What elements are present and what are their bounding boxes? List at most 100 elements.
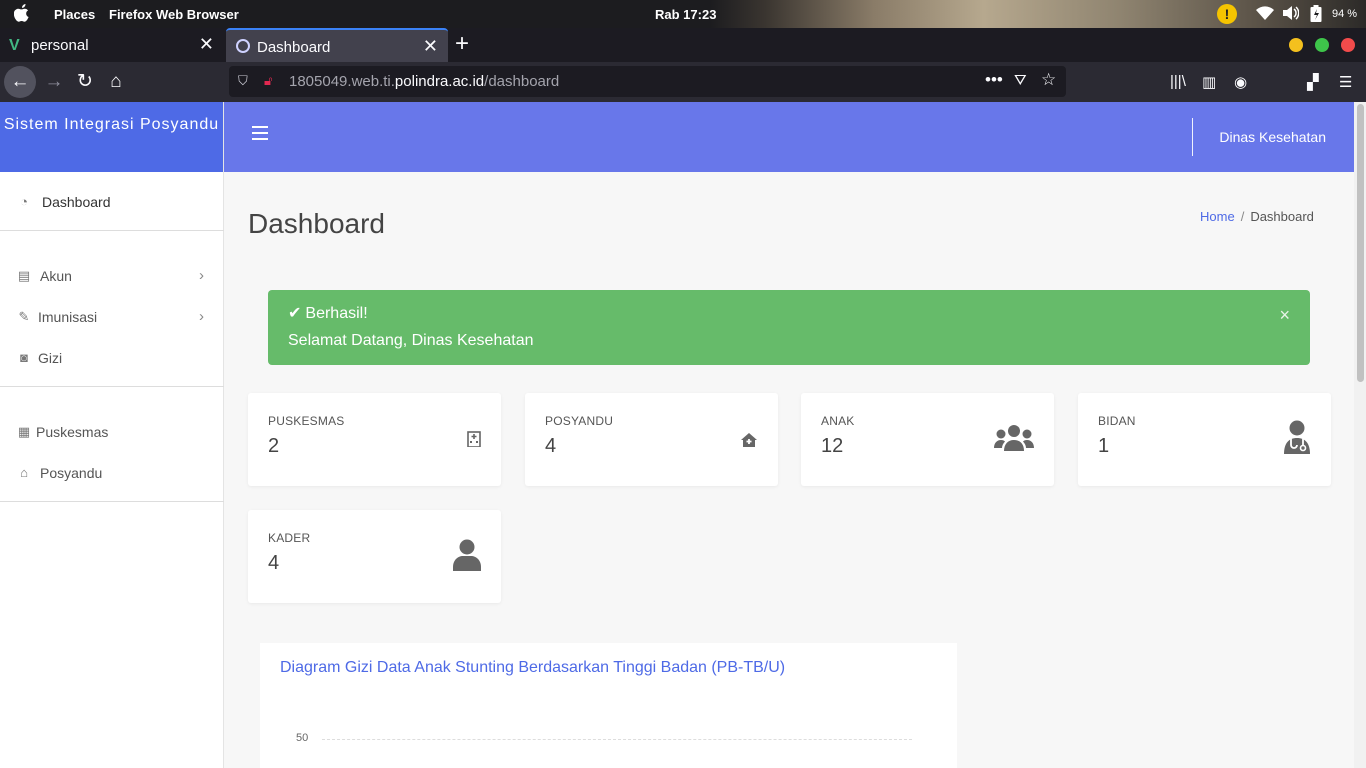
sidebar-item-imunisasi[interactable]: ✎ Imunisasi › bbox=[0, 297, 224, 337]
shield-icon[interactable]: ⛉ bbox=[238, 73, 248, 89]
stat-card-posyandu: POSYANDU 4 bbox=[525, 393, 778, 486]
stat-value: 2 bbox=[268, 435, 280, 457]
stat-card-kader: KADER 4 bbox=[248, 510, 501, 603]
user-menu[interactable]: Dinas Kesehatan bbox=[1219, 129, 1326, 145]
page-title: Dashboard bbox=[248, 208, 385, 239]
library-icon[interactable]: |||\ bbox=[1170, 73, 1186, 90]
stat-label: POSYANDU bbox=[545, 414, 614, 428]
close-icon[interactable]: ✕ bbox=[199, 34, 214, 55]
success-alert: ✔ Berhasil! Selamat Datang, Dinas Kesehat… bbox=[268, 290, 1310, 365]
stat-label: ANAK bbox=[821, 414, 855, 428]
brand-title[interactable]: Sistem Integrasi Posyandu bbox=[0, 102, 223, 172]
stat-card-puskesmas: PUSKESMAS 2 bbox=[248, 393, 501, 486]
breadcrumb-home-link[interactable]: Home bbox=[1200, 209, 1235, 224]
breadcrumb: Home / Dashboard bbox=[1200, 209, 1314, 224]
chart-y-tick: 50 bbox=[296, 732, 309, 744]
stat-label: PUSKESMAS bbox=[268, 414, 345, 428]
sidebar-item-label: Posyandu bbox=[40, 465, 103, 481]
chevron-right-icon: › bbox=[199, 267, 204, 284]
navbar-divider bbox=[1192, 118, 1193, 156]
sidebar-divider bbox=[0, 386, 224, 387]
stat-value: 4 bbox=[268, 552, 280, 574]
insecure-lock-icon[interactable]: 🔓︎ bbox=[264, 73, 272, 89]
hamburger-icon[interactable] bbox=[252, 126, 268, 140]
vue-icon: V bbox=[9, 37, 20, 54]
sidebar-item-posyandu[interactable]: ⌂ Posyandu bbox=[0, 453, 224, 493]
clinic-home-icon bbox=[741, 433, 757, 447]
bookmark-star-icon[interactable]: ☆ bbox=[1041, 70, 1056, 90]
stat-value: 12 bbox=[821, 435, 844, 457]
volume-icon[interactable] bbox=[1283, 6, 1299, 20]
home-icon: ⌂ bbox=[20, 465, 28, 480]
check-icon: ✔ bbox=[288, 305, 302, 322]
app-name-menu[interactable]: Firefox Web Browser bbox=[109, 7, 239, 22]
stat-card-anak: ANAK 12 bbox=[801, 393, 1054, 486]
url-text[interactable]: 1805049.web.ti.polindra.ac.id/dashboard bbox=[289, 73, 559, 90]
users-icon bbox=[994, 425, 1034, 451]
alert-close-button[interactable]: × bbox=[1279, 305, 1290, 326]
forward-icon[interactable]: → bbox=[38, 66, 70, 98]
sidebar-item-label: Imunisasi bbox=[38, 309, 98, 325]
pocket-icon[interactable]: ⛛ bbox=[1014, 72, 1027, 89]
reload-icon[interactable]: ↻ bbox=[69, 66, 101, 98]
sidebar: Sistem Integrasi Posyandu ◔ Dashboard ▤ … bbox=[0, 102, 224, 768]
stat-value: 4 bbox=[545, 435, 557, 457]
alert-title: ✔ Berhasil! bbox=[288, 305, 368, 322]
tab-title: personal bbox=[31, 37, 89, 54]
new-tab-icon[interactable]: + bbox=[455, 30, 469, 58]
wifi-icon[interactable] bbox=[1256, 6, 1274, 20]
sidebar-item-puskesmas[interactable]: ▦ Puskesmas bbox=[0, 412, 224, 452]
sidebar-divider bbox=[0, 501, 224, 502]
stat-label: BIDAN bbox=[1098, 414, 1136, 428]
tab-dashboard[interactable]: Dashboard ✕ bbox=[226, 28, 448, 62]
sidebar-item-gizi[interactable]: ◙ Gizi bbox=[0, 338, 224, 378]
breadcrumb-separator: / bbox=[1240, 209, 1245, 224]
user-icon bbox=[453, 539, 481, 571]
places-menu[interactable]: Places bbox=[54, 7, 95, 22]
sidebar-item-dashboard[interactable]: ◔ Dashboard bbox=[0, 182, 224, 222]
menu-icon[interactable]: ☰ bbox=[1339, 73, 1352, 91]
scrollbar-thumb[interactable] bbox=[1357, 104, 1364, 382]
clock[interactable]: Rab 17:23 bbox=[655, 7, 716, 22]
breadcrumb-current: Dashboard bbox=[1250, 209, 1314, 224]
page-viewport: Sistem Integrasi Posyandu ◔ Dashboard ▤ … bbox=[0, 102, 1366, 768]
chart-title: Diagram Gizi Data Anak Stunting Berdasar… bbox=[280, 659, 786, 676]
sidebar-divider bbox=[0, 230, 224, 231]
close-icon[interactable]: ✕ bbox=[423, 36, 438, 57]
nav-bar: ← → ↻ ⌂ ⛉ 🔓︎ 1805049.web.ti.polindra.ac.… bbox=[0, 62, 1366, 102]
hospital-icon: ▦ bbox=[17, 424, 31, 439]
tab-title: Dashboard bbox=[257, 39, 331, 56]
minimize-button[interactable] bbox=[1289, 38, 1303, 52]
doctor-icon bbox=[1284, 420, 1310, 454]
back-icon[interactable]: ← bbox=[4, 66, 36, 98]
stat-label: KADER bbox=[268, 531, 311, 545]
sidebar-item-label: Akun bbox=[40, 268, 72, 284]
sidebar-item-akun[interactable]: ▤ Akun › bbox=[0, 256, 224, 296]
top-navbar: Dinas Kesehatan bbox=[224, 102, 1354, 172]
page-scrollbar[interactable] bbox=[1354, 102, 1366, 768]
tab-strip: V personal ✕ Dashboard ✕ + bbox=[0, 28, 1366, 62]
dashboard-icon: ◔ bbox=[20, 194, 28, 209]
reader-icon[interactable]: ▥ bbox=[1202, 73, 1216, 91]
battery-icon[interactable] bbox=[1310, 5, 1322, 22]
chevron-right-icon: › bbox=[199, 308, 204, 325]
chart-card: Diagram Gizi Data Anak Stunting Berdasar… bbox=[260, 643, 957, 768]
page-actions-icon[interactable]: ••• bbox=[985, 70, 1003, 90]
stat-card-bidan: BIDAN 1 bbox=[1078, 393, 1331, 486]
account-icon[interactable]: ◉ bbox=[1234, 73, 1247, 91]
battery-percent: 94 % bbox=[1332, 8, 1358, 20]
apple-icon[interactable] bbox=[14, 4, 30, 22]
tab-personal[interactable]: V personal ✕ bbox=[0, 28, 224, 62]
home-icon[interactable]: ⌂ bbox=[100, 66, 132, 98]
os-top-bar: Places Firefox Web Browser Rab 17:23 ! 9… bbox=[0, 0, 1366, 28]
sidebar-item-label: Dashboard bbox=[42, 194, 111, 210]
url-bar[interactable]: ⛉ 🔓︎ 1805049.web.ti.polindra.ac.id/dashb… bbox=[229, 66, 1066, 97]
warning-icon[interactable]: ! bbox=[1217, 4, 1237, 24]
stat-value: 1 bbox=[1098, 435, 1110, 457]
id-card-icon: ▤ bbox=[17, 268, 31, 283]
alert-message: Selamat Datang, Dinas Kesehatan bbox=[288, 332, 534, 349]
maximize-button[interactable] bbox=[1315, 38, 1329, 52]
close-window-button[interactable] bbox=[1341, 38, 1355, 52]
hospital-icon bbox=[467, 431, 481, 447]
extensions-icon[interactable]: ▞ bbox=[1307, 73, 1319, 91]
